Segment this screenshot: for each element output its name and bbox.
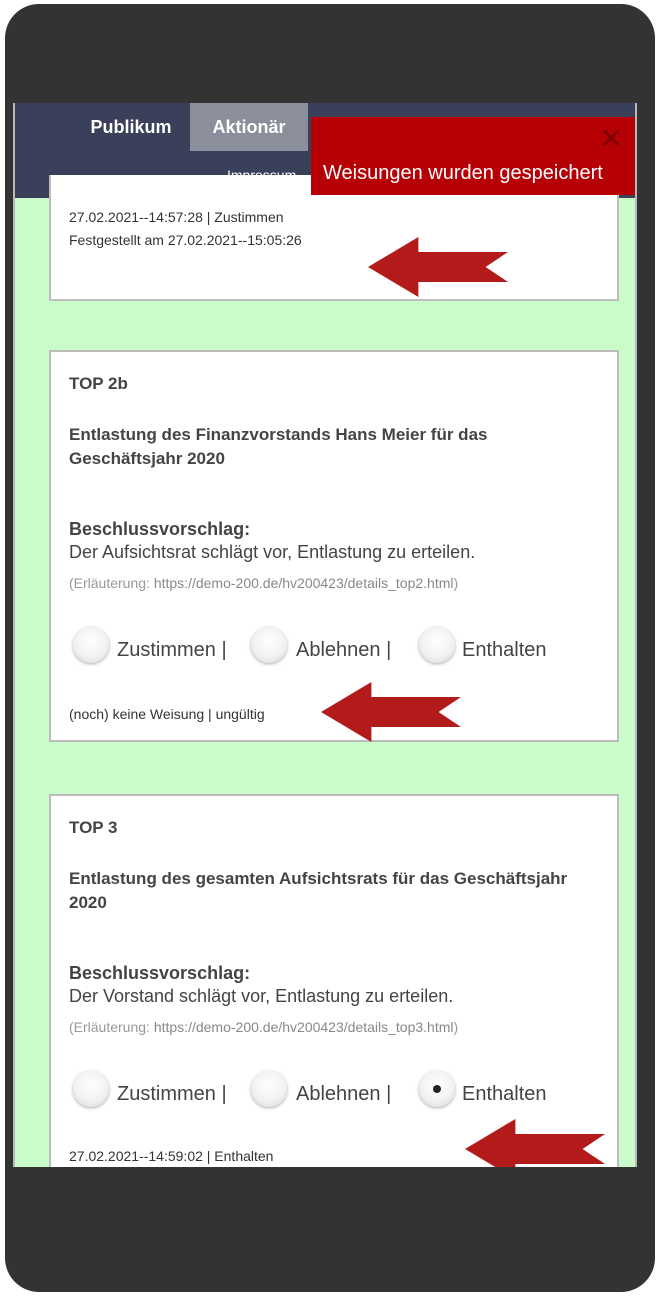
confirmation-timestamp: Festgestellt am 27.02.2021--15:05:26 (69, 232, 302, 248)
radio-label-ablehnen: Ablehnen | (296, 1083, 392, 1105)
radio-enthalten[interactable] (419, 627, 455, 663)
proposal-label: Beschlussvorschlag: (69, 963, 251, 983)
vote-options: Zustimmen | Ablehnen | Enthalten (69, 1071, 609, 1115)
explanation-link[interactable]: https://demo-200.de/hv200423/details_top… (154, 575, 454, 591)
proposal-text: Der Vorstand schlägt vor, Entlastung zu … (69, 986, 454, 1006)
vote-options: Zustimmen | Ablehnen | Enthalten (69, 627, 609, 671)
vote-status: (noch) keine Weisung | ungültig (69, 706, 265, 722)
agenda-number: TOP 3 (69, 818, 118, 837)
close-icon[interactable]: ✕ (600, 125, 623, 153)
app-screen: Publikum Aktionär Impressum 27.02.2021--… (13, 103, 637, 1167)
radio-enthalten[interactable] (419, 1071, 455, 1107)
radio-label-enthalten: Enthalten (462, 639, 547, 661)
explanation-suffix: ) (453, 1019, 459, 1035)
screen-border-right (635, 103, 637, 1167)
explanation-line: (Erläuterung: https://demo-200.de/hv2004… (69, 575, 458, 591)
explanation-line: (Erläuterung: https://demo-200.de/hv2004… (69, 1019, 458, 1035)
explanation-prefix: (Erläuterung: (69, 575, 154, 591)
radio-zustimmen[interactable] (73, 1071, 109, 1107)
vote-timestamp: 27.02.2021--14:57:28 | Zustimmen (69, 209, 284, 225)
radio-ablehnen[interactable] (251, 627, 287, 663)
screen-border-left (13, 103, 15, 1167)
explanation-suffix: ) (453, 575, 459, 591)
save-notification: ✕ Weisungen wurden gespeichert (311, 117, 637, 195)
radio-label-zustimmen: Zustimmen | (117, 1083, 227, 1105)
proposal-label: Beschlussvorschlag: (69, 519, 251, 539)
agenda-title: Entlastung des gesamten Aufsichtsrats fü… (69, 869, 568, 912)
agenda-title: Entlastung des Finanzvorstands Hans Meie… (69, 425, 488, 468)
radio-ablehnen[interactable] (251, 1071, 287, 1107)
agenda-card-top2b: TOP 2b Entlastung des Finanzvorstands Ha… (49, 350, 619, 742)
radio-label-enthalten: Enthalten (462, 1083, 547, 1105)
vote-status: 27.02.2021--14:59:02 | Enthalten (69, 1148, 274, 1164)
notification-message: Weisungen wurden gespeichert (323, 162, 603, 184)
agenda-number: TOP 2b (69, 374, 128, 393)
agenda-card-top3: TOP 3 Entlastung des gesamten Aufsichtsr… (49, 794, 619, 1167)
radio-label-ablehnen: Ablehnen | (296, 639, 392, 661)
tab-aktionaer[interactable]: Aktionär (190, 103, 308, 151)
explanation-prefix: (Erläuterung: (69, 1019, 154, 1035)
tab-publikum[interactable]: Publikum (71, 103, 191, 151)
radio-label-zustimmen: Zustimmen | (117, 639, 227, 661)
proposal-text: Der Aufsichtsrat schlägt vor, Entlastung… (69, 542, 476, 562)
radio-zustimmen[interactable] (73, 627, 109, 663)
explanation-link[interactable]: https://demo-200.de/hv200423/details_top… (154, 1019, 454, 1035)
